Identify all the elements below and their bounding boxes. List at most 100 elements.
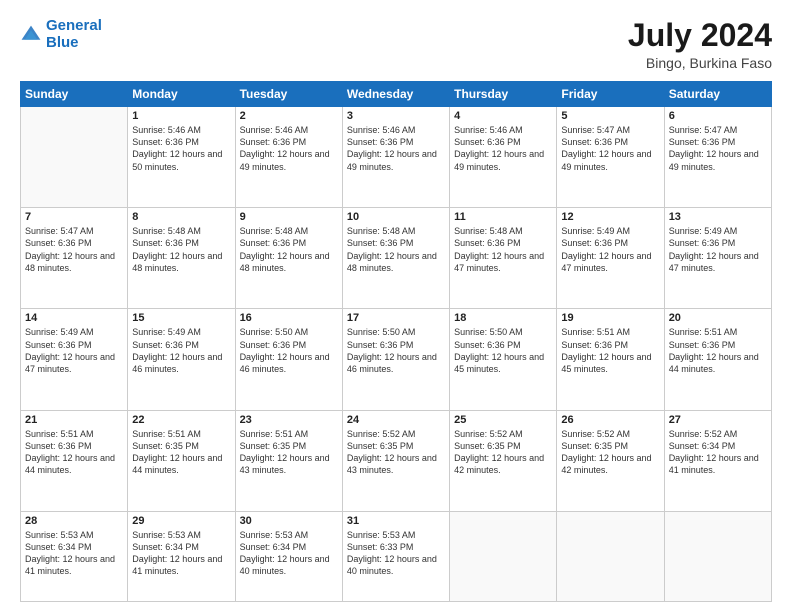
- calendar-cell: [450, 511, 557, 601]
- calendar-cell: 30 Sunrise: 5:53 AM Sunset: 6:34 PM Dayli…: [235, 511, 342, 601]
- col-header-sunday: Sunday: [21, 82, 128, 107]
- cell-info: Sunrise: 5:53 AM Sunset: 6:33 PM Dayligh…: [347, 529, 445, 578]
- calendar-cell: 31 Sunrise: 5:53 AM Sunset: 6:33 PM Dayli…: [342, 511, 449, 601]
- day-number: 31: [347, 515, 445, 527]
- col-header-saturday: Saturday: [664, 82, 771, 107]
- week-row-5: 28 Sunrise: 5:53 AM Sunset: 6:34 PM Dayli…: [21, 511, 772, 601]
- day-number: 14: [25, 312, 123, 324]
- week-row-2: 7Sunrise: 5:47 AM Sunset: 6:36 PM Daylig…: [21, 208, 772, 309]
- logo-text: General Blue: [46, 18, 102, 51]
- week-row-3: 14 Sunrise: 5:49 AM Sunset: 6:36 PM Dayli…: [21, 309, 772, 410]
- day-number: 11: [454, 211, 552, 223]
- day-number: 29: [132, 515, 230, 527]
- cell-info: Sunrise: 5:46 AM Sunset: 6:36 PM Dayligh…: [347, 124, 445, 173]
- calendar-cell: [664, 511, 771, 601]
- day-number: 15: [132, 312, 230, 324]
- calendar-cell: 7Sunrise: 5:47 AM Sunset: 6:36 PM Daylig…: [21, 208, 128, 309]
- cell-info: Sunrise: 5:51 AM Sunset: 6:36 PM Dayligh…: [669, 326, 767, 375]
- cell-info: Sunrise: 5:48 AM Sunset: 6:36 PM Dayligh…: [240, 225, 338, 274]
- cell-info: Sunrise: 5:47 AM Sunset: 6:36 PM Dayligh…: [561, 124, 659, 173]
- calendar-cell: 12 Sunrise: 5:49 AM Sunset: 6:36 PM Dayli…: [557, 208, 664, 309]
- calendar-cell: 25 Sunrise: 5:52 AM Sunset: 6:35 PM Dayli…: [450, 410, 557, 511]
- cell-info: Sunrise: 5:49 AM Sunset: 6:36 PM Dayligh…: [25, 326, 123, 375]
- cell-info: Sunrise: 5:48 AM Sunset: 6:36 PM Dayligh…: [454, 225, 552, 274]
- cell-info: Sunrise: 5:47 AM Sunset: 6:36 PM Dayligh…: [669, 124, 767, 173]
- calendar-cell: 11 Sunrise: 5:48 AM Sunset: 6:36 PM Dayli…: [450, 208, 557, 309]
- cell-info: Sunrise: 5:51 AM Sunset: 6:36 PM Dayligh…: [561, 326, 659, 375]
- col-header-friday: Friday: [557, 82, 664, 107]
- calendar-cell: 18 Sunrise: 5:50 AM Sunset: 6:36 PM Dayli…: [450, 309, 557, 410]
- day-number: 3: [347, 110, 445, 122]
- day-number: 22: [132, 414, 230, 426]
- day-number: 25: [454, 414, 552, 426]
- day-number: 30: [240, 515, 338, 527]
- cell-info: Sunrise: 5:48 AM Sunset: 6:36 PM Dayligh…: [347, 225, 445, 274]
- col-header-monday: Monday: [128, 82, 235, 107]
- calendar-cell: 22Sunrise: 5:51 AM Sunset: 6:35 PM Dayli…: [128, 410, 235, 511]
- calendar-cell: 15 Sunrise: 5:49 AM Sunset: 6:36 PM Dayli…: [128, 309, 235, 410]
- cell-info: Sunrise: 5:50 AM Sunset: 6:36 PM Dayligh…: [454, 326, 552, 375]
- calendar-cell: 14 Sunrise: 5:49 AM Sunset: 6:36 PM Dayli…: [21, 309, 128, 410]
- calendar-cell: 27 Sunrise: 5:52 AM Sunset: 6:34 PM Dayli…: [664, 410, 771, 511]
- day-number: 12: [561, 211, 659, 223]
- logo-icon: [20, 24, 42, 46]
- day-number: 6: [669, 110, 767, 122]
- location: Bingo, Burkina Faso: [628, 55, 772, 71]
- cell-info: Sunrise: 5:51 AM Sunset: 6:36 PM Dayligh…: [25, 428, 123, 477]
- day-number: 5: [561, 110, 659, 122]
- cell-info: Sunrise: 5:46 AM Sunset: 6:36 PM Dayligh…: [240, 124, 338, 173]
- cell-info: Sunrise: 5:47 AM Sunset: 6:36 PM Dayligh…: [25, 225, 123, 274]
- calendar-cell: [557, 511, 664, 601]
- day-number: 27: [669, 414, 767, 426]
- cell-info: Sunrise: 5:53 AM Sunset: 6:34 PM Dayligh…: [240, 529, 338, 578]
- cell-info: Sunrise: 5:46 AM Sunset: 6:36 PM Dayligh…: [132, 124, 230, 173]
- cell-info: Sunrise: 5:48 AM Sunset: 6:36 PM Dayligh…: [132, 225, 230, 274]
- day-number: 28: [25, 515, 123, 527]
- day-number: 20: [669, 312, 767, 324]
- cell-info: Sunrise: 5:52 AM Sunset: 6:34 PM Dayligh…: [669, 428, 767, 477]
- header: General Blue July 2024 Bingo, Burkina Fa…: [20, 18, 772, 71]
- month-year: July 2024: [628, 18, 772, 53]
- day-number: 4: [454, 110, 552, 122]
- calendar-cell: 6 Sunrise: 5:47 AM Sunset: 6:36 PM Daylig…: [664, 107, 771, 208]
- calendar-cell: 20 Sunrise: 5:51 AM Sunset: 6:36 PM Dayli…: [664, 309, 771, 410]
- calendar-cell: 8Sunrise: 5:48 AM Sunset: 6:36 PM Daylig…: [128, 208, 235, 309]
- cell-info: Sunrise: 5:52 AM Sunset: 6:35 PM Dayligh…: [561, 428, 659, 477]
- calendar-cell: 23Sunrise: 5:51 AM Sunset: 6:35 PM Dayli…: [235, 410, 342, 511]
- calendar-table: SundayMondayTuesdayWednesdayThursdayFrid…: [20, 81, 772, 602]
- calendar-cell: 26 Sunrise: 5:52 AM Sunset: 6:35 PM Dayli…: [557, 410, 664, 511]
- day-number: 13: [669, 211, 767, 223]
- day-number: 9: [240, 211, 338, 223]
- day-number: 26: [561, 414, 659, 426]
- cell-info: Sunrise: 5:49 AM Sunset: 6:36 PM Dayligh…: [132, 326, 230, 375]
- cell-info: Sunrise: 5:49 AM Sunset: 6:36 PM Dayligh…: [669, 225, 767, 274]
- cell-info: Sunrise: 5:52 AM Sunset: 6:35 PM Dayligh…: [454, 428, 552, 477]
- calendar-cell: 21 Sunrise: 5:51 AM Sunset: 6:36 PM Dayli…: [21, 410, 128, 511]
- calendar-cell: [21, 107, 128, 208]
- cell-info: Sunrise: 5:51 AM Sunset: 6:35 PM Dayligh…: [240, 428, 338, 477]
- day-number: 16: [240, 312, 338, 324]
- day-number: 10: [347, 211, 445, 223]
- day-number: 2: [240, 110, 338, 122]
- cell-info: Sunrise: 5:53 AM Sunset: 6:34 PM Dayligh…: [132, 529, 230, 578]
- logo-line1: General: [46, 17, 102, 34]
- col-header-thursday: Thursday: [450, 82, 557, 107]
- page: General Blue July 2024 Bingo, Burkina Fa…: [0, 0, 792, 612]
- cell-info: Sunrise: 5:50 AM Sunset: 6:36 PM Dayligh…: [240, 326, 338, 375]
- cell-info: Sunrise: 5:53 AM Sunset: 6:34 PM Dayligh…: [25, 529, 123, 578]
- calendar-cell: 17Sunrise: 5:50 AM Sunset: 6:36 PM Dayli…: [342, 309, 449, 410]
- calendar-cell: 10 Sunrise: 5:48 AM Sunset: 6:36 PM Dayli…: [342, 208, 449, 309]
- day-number: 17: [347, 312, 445, 324]
- col-header-wednesday: Wednesday: [342, 82, 449, 107]
- calendar-cell: 24Sunrise: 5:52 AM Sunset: 6:35 PM Dayli…: [342, 410, 449, 511]
- cell-info: Sunrise: 5:49 AM Sunset: 6:36 PM Dayligh…: [561, 225, 659, 274]
- day-number: 19: [561, 312, 659, 324]
- week-row-1: 1Sunrise: 5:46 AM Sunset: 6:36 PM Daylig…: [21, 107, 772, 208]
- day-number: 21: [25, 414, 123, 426]
- calendar-cell: 5 Sunrise: 5:47 AM Sunset: 6:36 PM Daylig…: [557, 107, 664, 208]
- calendar-cell: 16 Sunrise: 5:50 AM Sunset: 6:36 PM Dayli…: [235, 309, 342, 410]
- calendar-cell: 4Sunrise: 5:46 AM Sunset: 6:36 PM Daylig…: [450, 107, 557, 208]
- calendar-cell: 29 Sunrise: 5:53 AM Sunset: 6:34 PM Dayli…: [128, 511, 235, 601]
- day-number: 18: [454, 312, 552, 324]
- day-number: 24: [347, 414, 445, 426]
